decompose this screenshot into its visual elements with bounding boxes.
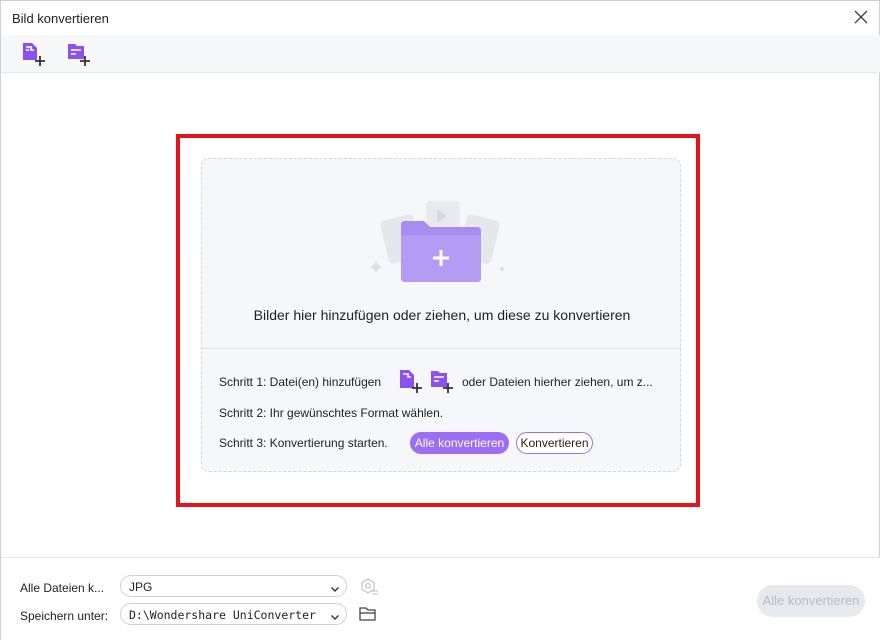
output-format-select[interactable]: JPG xyxy=(120,575,347,597)
format-settings-icon[interactable] xyxy=(359,577,379,597)
add-folder-icon[interactable] xyxy=(429,368,455,394)
window-title: Bild konvertieren xyxy=(12,11,109,26)
convert-all-inline-button[interactable]: Alle konvertieren xyxy=(410,432,509,454)
save-location-select[interactable]: D:\Wondershare UniConverter 16\Ir xyxy=(120,603,347,625)
add-file-icon[interactable] xyxy=(398,368,424,394)
save-location-label: Speichern unter: xyxy=(20,609,109,623)
toolbar xyxy=(1,35,880,73)
add-folder-illustration-icon[interactable] xyxy=(370,195,510,287)
output-format-value: JPG xyxy=(129,580,153,594)
output-format-label: Alle Dateien k... xyxy=(20,581,105,595)
drop-message: Bilder hier hinzufügen oder ziehen, um d… xyxy=(253,307,631,323)
chevron-down-icon xyxy=(330,581,340,592)
add-file-icon[interactable] xyxy=(20,41,48,67)
divider xyxy=(202,348,682,349)
image-convert-window: Bild konvertieren Bilder hier hinzufügen… xyxy=(0,0,880,640)
step-1-suffix: oder Dateien hierher ziehen, um z... xyxy=(462,375,653,389)
footer-bar: Alle Dateien k... JPG Speichern unter: D… xyxy=(1,557,880,640)
chevron-down-icon xyxy=(330,609,340,620)
open-folder-icon[interactable] xyxy=(358,605,378,623)
step-2-text: Schritt 2: Ihr gewünschtes Format wählen… xyxy=(219,406,444,420)
drop-zone[interactable]: Bilder hier hinzufügen oder ziehen, um d… xyxy=(201,158,682,472)
step-1-text: Schritt 1: Datei(en) hinzufügen xyxy=(219,375,382,389)
convert-inline-button[interactable]: Konvertieren xyxy=(516,432,593,454)
title-bar: Bild konvertieren xyxy=(1,1,880,35)
convert-all-button[interactable]: Alle konvertieren xyxy=(757,585,865,617)
save-location-value: D:\Wondershare UniConverter 16\Ir xyxy=(129,608,324,622)
add-folder-icon[interactable] xyxy=(65,41,93,67)
close-icon[interactable] xyxy=(851,7,871,27)
step-3-text: Schritt 3: Konvertierung starten. xyxy=(219,436,388,450)
